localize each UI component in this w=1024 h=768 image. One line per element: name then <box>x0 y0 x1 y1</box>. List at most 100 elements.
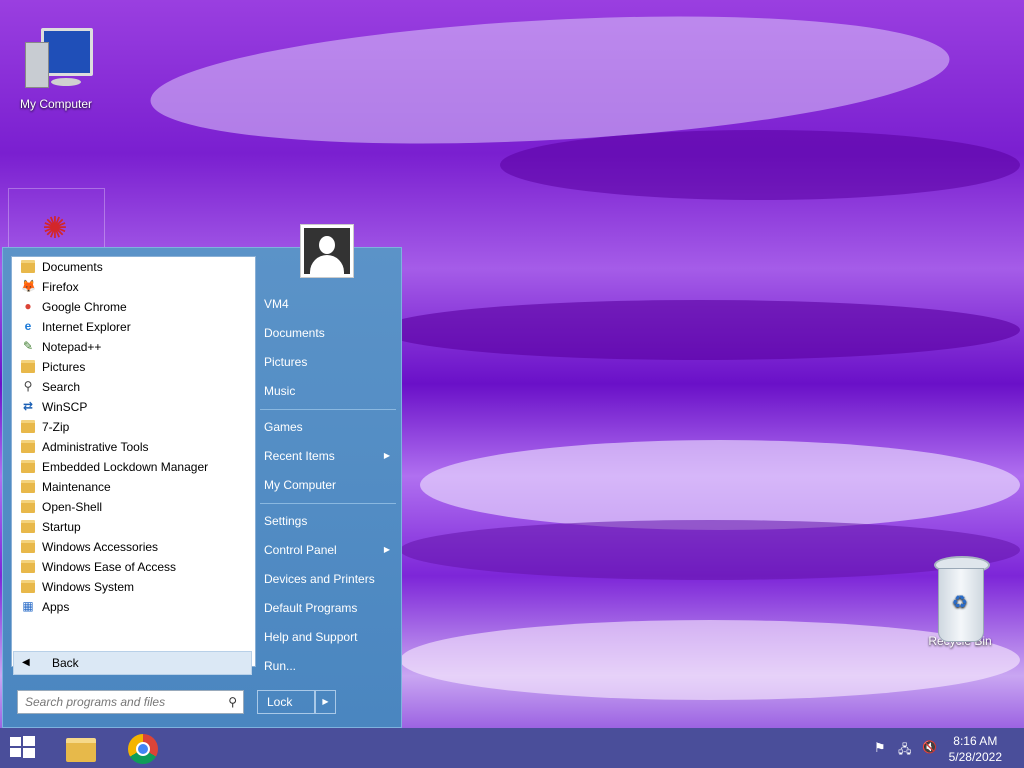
programs-panel: Documents 🦊 Firefox ● Google Chrome e Internet… <box>11 256 256 667</box>
settings-link-label: Settings <box>264 514 308 528</box>
program-label: Firefox <box>42 280 79 294</box>
program-label: Documents <box>42 260 103 274</box>
shutdown-options-button[interactable]: ▶ <box>315 690 336 714</box>
program-label: Google Chrome <box>42 300 127 314</box>
network-icon[interactable]: 🖧 <box>898 740 914 756</box>
program-item[interactable]: ✎ Notepad++ <box>12 337 255 357</box>
start-link-control-panel[interactable]: Control Panel ▶ <box>256 537 398 563</box>
separator <box>260 409 396 410</box>
pictures-link-label: Pictures <box>264 355 308 369</box>
lock-button[interactable]: Lock <box>257 690 315 714</box>
program-item[interactable]: ● Google Chrome <box>12 297 255 317</box>
volume-muted-icon[interactable]: 🔇 <box>922 740 938 756</box>
program-label: 7-Zip <box>42 420 70 434</box>
folder-icon <box>21 420 35 433</box>
chrome-icon: ● <box>24 299 32 313</box>
back-label: Back <box>52 656 79 670</box>
start-link-devices-printers[interactable]: Devices and Printers <box>256 566 398 592</box>
start-link-my-computer[interactable]: My Computer <box>256 472 398 498</box>
search-icon: ⚲ <box>228 695 237 709</box>
program-label: Pictures <box>42 360 86 374</box>
folder-pictures-icon <box>21 360 35 373</box>
program-item[interactable]: Documents <box>12 257 255 277</box>
program-item[interactable]: 7-Zip <box>12 417 255 437</box>
winscp-icon: ⇄ <box>22 399 34 413</box>
program-item[interactable]: Pictures <box>12 357 255 377</box>
program-item[interactable]: ⇄ WinSCP <box>12 397 255 417</box>
notepad-icon: ✎ <box>22 339 34 353</box>
program-item[interactable]: ⚲ Search <box>12 377 255 397</box>
taskbar-file-explorer[interactable] <box>64 734 98 764</box>
program-item[interactable]: Administrative Tools <box>12 437 255 457</box>
firefox-icon: 🦊 <box>21 279 36 293</box>
start-link-default-programs[interactable]: Default Programs <box>256 595 398 621</box>
action-center-flag-icon[interactable]: ⚑ <box>874 740 890 756</box>
program-label: Internet Explorer <box>42 320 131 334</box>
devices-printers-label: Devices and Printers <box>264 572 375 586</box>
program-label: Embedded Lockdown Manager <box>42 460 209 474</box>
run-link-label: Run... <box>264 659 297 673</box>
program-item[interactable]: Startup <box>12 517 255 537</box>
program-label: Administrative Tools <box>42 440 149 454</box>
start-link-recent-items[interactable]: Recent Items ▶ <box>256 443 398 469</box>
taskbar-chrome[interactable] <box>127 733 159 765</box>
start-link-music[interactable]: Music <box>256 378 398 404</box>
start-button[interactable] <box>8 735 38 761</box>
desktop-app-icon[interactable]: ✺ <box>8 188 105 248</box>
documents-link-label: Documents <box>264 326 325 340</box>
chrome-icon <box>128 734 158 764</box>
search-input[interactable]: Search programs and files ⚲ <box>17 690 244 714</box>
search-icon: ⚲ <box>23 379 33 393</box>
program-item[interactable]: Embedded Lockdown Manager <box>12 457 255 477</box>
clock-time: 8:16 AM <box>953 734 998 748</box>
start-link-documents[interactable]: Documents <box>256 320 398 346</box>
program-item[interactable]: Windows Accessories <box>12 537 255 557</box>
start-link-pictures[interactable]: Pictures <box>256 349 398 375</box>
back-button[interactable]: ◀ Back <box>13 651 252 675</box>
default-programs-label: Default Programs <box>264 601 358 615</box>
folder-docs-icon <box>21 260 35 273</box>
control-panel-label: Control Panel <box>264 543 337 557</box>
lock-label: Lock <box>267 695 293 709</box>
start-link-run[interactable]: Run... <box>256 653 398 679</box>
program-item[interactable]: Open-Shell <box>12 497 255 517</box>
music-link-label: Music <box>264 384 296 398</box>
start-link-user[interactable]: VM4 <box>256 291 398 317</box>
clock-date: 5/28/2022 <box>948 750 1002 764</box>
folder-icon <box>21 520 35 533</box>
folder-icon <box>21 460 35 473</box>
desktop-icon-recycle-bin[interactable]: ♻ Recycle Bin <box>915 552 1005 648</box>
program-item[interactable]: ▦ Apps <box>12 597 255 617</box>
user-avatar[interactable] <box>300 224 354 278</box>
program-item[interactable]: 🦊 Firefox <box>12 277 255 297</box>
separator <box>260 503 396 504</box>
desktop-icon-my-computer[interactable]: My Computer <box>10 24 102 111</box>
program-label: WinSCP <box>42 400 88 414</box>
my-computer-link-label: My Computer <box>264 478 337 492</box>
folder-icon <box>21 480 35 493</box>
ie-icon: e <box>24 319 32 333</box>
program-label: Windows System <box>42 580 135 594</box>
my-computer-icon <box>21 24 93 94</box>
program-item[interactable]: Windows System <box>12 577 255 597</box>
windows-logo-icon <box>8 735 36 759</box>
file-explorer-icon <box>66 738 96 762</box>
recent-items-label: Recent Items <box>264 449 335 463</box>
program-label: Windows Ease of Access <box>42 560 177 574</box>
search-placeholder: Search programs and files <box>25 695 166 709</box>
start-link-settings[interactable]: Settings <box>256 508 398 534</box>
program-label: Open-Shell <box>42 500 103 514</box>
back-arrow-icon: ◀ <box>22 657 30 668</box>
program-label: Search <box>42 380 81 394</box>
apps-icon: ▦ <box>22 599 34 613</box>
program-item[interactable]: Maintenance <box>12 477 255 497</box>
folder-icon <box>21 560 35 573</box>
submenu-arrow-icon: ▶ <box>383 451 390 460</box>
submenu-arrow-icon: ▶ <box>383 545 390 554</box>
program-item[interactable]: e Internet Explorer <box>12 317 255 337</box>
taskbar-clock[interactable]: 8:16 AM 5/28/2022 <box>949 733 1002 765</box>
program-item[interactable]: Windows Ease of Access <box>12 557 255 577</box>
start-link-help-support[interactable]: Help and Support <box>256 624 398 650</box>
my-computer-label: My Computer <box>19 97 93 111</box>
start-link-games[interactable]: Games <box>256 414 398 440</box>
